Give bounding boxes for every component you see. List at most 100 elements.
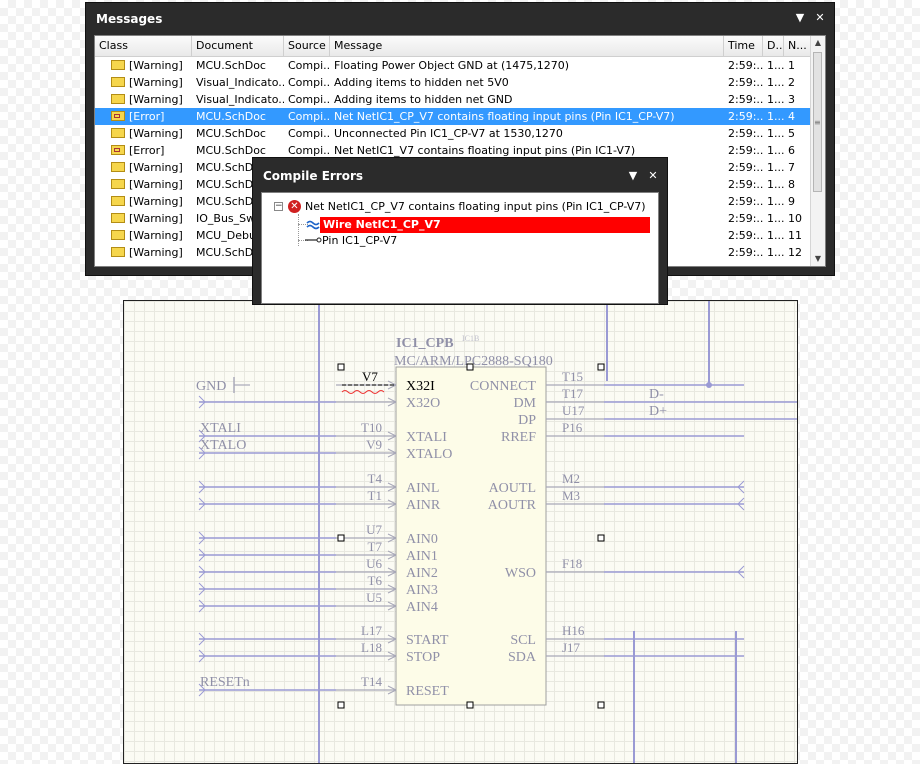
messages-header: Class Document Source Message Time D... …	[95, 36, 813, 57]
cell-class: [Warning]	[129, 212, 183, 225]
pin-number: U17	[562, 403, 585, 418]
error-squiggle	[341, 390, 385, 394]
panel-menu-icon[interactable]: ▼	[794, 11, 806, 25]
cell-date: 1...	[767, 195, 784, 208]
warning-folder-icon	[111, 196, 125, 206]
schematic-pins: X32I X32O T10 XTALI V9 XTALO T4 AINL T1 AINR U7 AIN…	[196, 334, 797, 709]
pin-number: M2	[562, 471, 580, 486]
cell-no: 10	[788, 212, 802, 225]
message-row[interactable]: [Warning] Visual_Indicato... Compi... Addin…	[95, 74, 813, 91]
close-icon[interactable]: ✕	[647, 169, 659, 183]
error-folder-icon	[111, 111, 125, 121]
pin-number: L17	[361, 623, 382, 638]
pin-name: AIN2	[406, 566, 438, 581]
pin-number: U7	[366, 522, 382, 537]
selection-handle	[597, 701, 605, 709]
column-class[interactable]: Class	[95, 36, 192, 56]
warning-folder-icon	[111, 60, 125, 70]
cell-no: 8	[788, 178, 795, 191]
selection-handle	[466, 701, 474, 709]
pin-number: H16	[562, 623, 585, 638]
cell-date: 1...	[767, 59, 784, 72]
column-message[interactable]: Message	[330, 36, 724, 56]
cell-date: 1...	[767, 178, 784, 191]
pin-number: V9	[366, 437, 382, 452]
message-row[interactable]: [Warning] MCU.SchDoc Compi... Floating Powe…	[95, 57, 813, 74]
cell-source: Compi...	[288, 59, 330, 72]
messages-title: Messages	[96, 12, 163, 26]
message-row[interactable]: [Warning] Visual_Indicato... Compi... Addin…	[95, 91, 813, 108]
cell-document: Visual_Indicato...	[196, 76, 284, 89]
cell-no: 1	[788, 59, 795, 72]
cell-source: Compi...	[288, 127, 330, 140]
tree-item-pin[interactable]: Pin IC1_CP-V7	[322, 233, 397, 248]
pin-name: RESET	[406, 684, 449, 699]
column-document[interactable]: Document	[192, 36, 284, 56]
cell-class: [Warning]	[129, 93, 183, 106]
message-row[interactable]: [Error] MCU.SchDoc Compi... Net NetIC1_CP_V…	[95, 108, 813, 125]
net-label-xtali: XTALI	[200, 421, 241, 436]
ic-designator: IC1_CPB	[396, 336, 454, 351]
cell-no: 4	[788, 110, 795, 123]
pin-number: M3	[562, 488, 580, 503]
cell-message: Unconnected Pin IC1_CP-V7 at 1530,1270	[334, 127, 563, 140]
net-label-resetn: RESETn	[200, 675, 250, 690]
messages-scrollbar[interactable]: ▲ ≡ ▼	[810, 36, 825, 266]
cell-time: 2:59:...	[728, 76, 763, 89]
tree-connector	[298, 214, 300, 246]
cell-class: [Warning]	[129, 161, 183, 174]
column-time[interactable]: Time	[724, 36, 763, 56]
pin-number: T14	[361, 674, 382, 689]
cell-message: Adding items to hidden net GND	[334, 93, 513, 106]
column-date[interactable]: D...	[763, 36, 784, 56]
pin-name: AIN1	[406, 549, 438, 564]
pin-name: START	[406, 633, 449, 648]
tree-item-wire[interactable]: Wire NetIC1_CP_V7	[320, 217, 650, 233]
error-folder-icon	[111, 145, 125, 155]
warning-folder-icon	[111, 179, 125, 189]
pin-name: XTALO	[406, 447, 452, 462]
net-label-dminus: D-	[649, 387, 664, 402]
pin-number: T17	[562, 386, 583, 401]
collapse-icon[interactable]: −	[274, 202, 283, 211]
net-label-dplus: D+	[649, 404, 667, 419]
cell-class: [Error]	[129, 144, 165, 157]
cell-date: 1...	[767, 127, 784, 140]
cell-document: MCU.SchDoc	[196, 59, 266, 72]
column-number[interactable]: N...	[784, 36, 813, 56]
selection-handle	[597, 363, 605, 371]
compile-errors-title: Compile Errors	[263, 169, 364, 183]
pin-name: AINR	[406, 498, 441, 513]
cell-no: 9	[788, 195, 795, 208]
pin-name: STOP	[406, 650, 440, 665]
cell-no: 7	[788, 161, 795, 174]
scroll-up-icon[interactable]: ▲	[811, 36, 825, 50]
column-source[interactable]: Source	[284, 36, 330, 56]
cell-source: Compi...	[288, 110, 330, 123]
pin-name: SDA	[508, 650, 537, 665]
panel-menu-icon[interactable]: ▼	[627, 169, 639, 183]
pin-name: AINL	[406, 481, 439, 496]
cell-document: MCU.SchDoc	[196, 110, 266, 123]
cell-no: 11	[788, 229, 802, 242]
scroll-down-icon[interactable]: ▼	[811, 252, 825, 266]
tree-root-error[interactable]: Net NetIC1_CP_V7 contains floating input…	[305, 199, 646, 214]
cell-document: Visual_Indicato...	[196, 93, 284, 106]
cell-date: 1...	[767, 93, 784, 106]
pin-number: T7	[368, 539, 383, 554]
pin-number: U5	[366, 590, 382, 605]
messages-titlebar: Messages ▼ ✕	[86, 3, 834, 33]
warning-folder-icon	[111, 247, 125, 257]
message-row[interactable]: [Warning] MCU.SchDoc Compi... Unconnected P…	[95, 125, 813, 142]
cell-no: 12	[788, 246, 802, 259]
warning-folder-icon	[111, 162, 125, 172]
pin-number: F18	[562, 556, 582, 571]
schematic-canvas[interactable]: X32I X32O T10 XTALI V9 XTALO T4 AINL T1 AINR U7 AIN…	[123, 300, 798, 764]
close-icon[interactable]: ✕	[814, 11, 826, 25]
cell-time: 2:59:...	[728, 195, 763, 208]
cell-time: 2:59:...	[728, 178, 763, 191]
cell-class: [Error]	[129, 110, 165, 123]
pin-number: T15	[562, 369, 583, 384]
cell-class: [Warning]	[129, 59, 183, 72]
warning-folder-icon	[111, 94, 125, 104]
